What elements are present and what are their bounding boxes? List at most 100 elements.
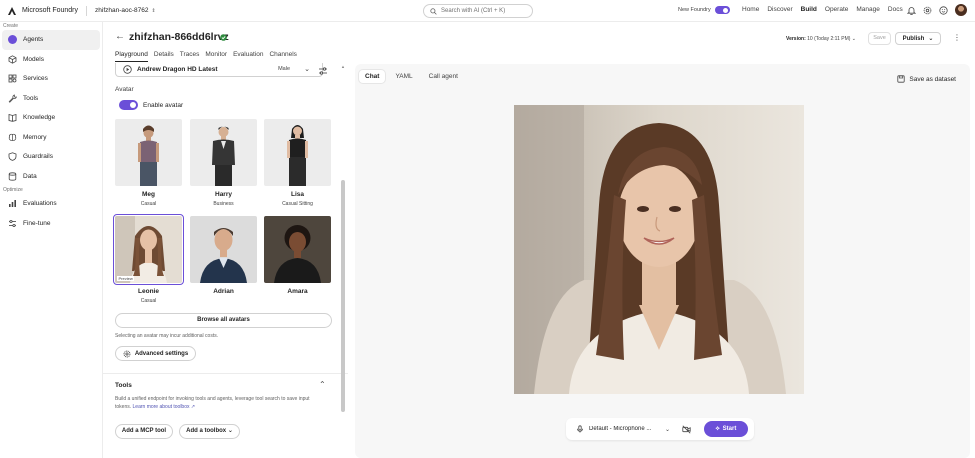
avatar-name: Harry [215, 191, 232, 198]
voice-settings-sliders-icon[interactable] [318, 66, 328, 76]
status-check-icon [220, 34, 227, 41]
sidebar-item-memory[interactable]: Memory [2, 128, 100, 148]
advanced-settings-button[interactable]: Advanced settings [115, 346, 196, 361]
top-nav: Home Discover Build Operate Manage Docs [742, 6, 903, 13]
memory-icon [8, 133, 17, 141]
sidebar-item-guardrails[interactable]: Guardrails [2, 147, 100, 167]
preview-panel: Chat YAML Call agent Save as dataset Def… [355, 64, 970, 458]
preview-tabs: Chat YAML Call agent [359, 70, 464, 83]
save-as-dataset-button[interactable]: Save as dataset [897, 75, 956, 83]
config-scrollbar-thumb[interactable] [341, 180, 345, 412]
avatar-name: Amara [287, 288, 308, 295]
add-mcp-tool-button[interactable]: Add a MCP tool [115, 424, 173, 439]
camera-off-icon[interactable] [682, 425, 691, 434]
avatar-name: Meg [142, 191, 155, 198]
save-button[interactable]: Save [868, 32, 891, 45]
browse-all-avatars-button[interactable]: Browse all avatars [115, 313, 332, 328]
tools-title: Tools [115, 382, 132, 389]
avatar-card-lisa[interactable]: Lisa Casual Sitting [264, 119, 331, 207]
scroll-up-arrow-icon[interactable]: ▲ [341, 64, 345, 69]
sidebar-item-data[interactable]: Data [2, 167, 100, 187]
enable-avatar-toggle[interactable] [119, 100, 138, 110]
sidebar-item-label: Fine-tune [23, 219, 51, 227]
new-foundry-toggle[interactable]: New Foundry [678, 6, 730, 14]
section-divider [103, 373, 348, 374]
new-foundry-label: New Foundry [678, 7, 711, 13]
voice-selector[interactable]: Andrew Dragon HD Latest Male ⌄ [115, 63, 323, 77]
tab-monitor[interactable]: Monitor [205, 51, 227, 62]
nav-home[interactable]: Home [742, 6, 759, 13]
advanced-settings-label: Advanced settings [134, 350, 189, 357]
services-icon [8, 74, 17, 83]
learn-more-toolbox-link[interactable]: Learn more about toolbox [133, 404, 190, 410]
chevron-down-icon[interactable]: ⌄ [665, 426, 670, 433]
smiley-feedback-icon[interactable] [939, 5, 948, 15]
avatar-image [190, 216, 257, 283]
tab-details[interactable]: Details [154, 51, 174, 62]
sidebar-item-label: Agents [23, 36, 44, 44]
brand-name: Microsoft Foundry [22, 7, 79, 14]
tab-yaml[interactable]: YAML [389, 70, 418, 83]
section-label-optimize: Optimize [3, 187, 23, 193]
search-icon [430, 7, 437, 15]
gear-icon[interactable] [923, 6, 932, 15]
tab-chat[interactable]: Chat [359, 70, 386, 83]
avatar-name: Leonie [138, 288, 159, 295]
sidebar-item-models[interactable]: Models [2, 50, 100, 70]
agent-title: zhifzhan-866dd6lrvz [129, 31, 229, 43]
tab-playground[interactable]: Playground [115, 51, 148, 62]
sidebar-item-services[interactable]: Services [2, 69, 100, 89]
nav-operate[interactable]: Operate [825, 6, 849, 13]
sidebar-item-fine-tune[interactable]: Fine-tune [2, 214, 100, 234]
sidebar-item-knowledge[interactable]: Knowledge [2, 108, 100, 128]
avatar-card-harry[interactable]: Harry Business [190, 119, 257, 207]
sidebar-item-tools[interactable]: Tools [2, 89, 100, 109]
avatar-card-amara[interactable]: Amara [264, 216, 331, 295]
brand[interactable]: Microsoft Foundry [0, 6, 78, 16]
version-value: 10 (Today 2:11 PM) [807, 36, 851, 42]
start-label: Start [722, 426, 737, 432]
microphone-select[interactable]: Default - Microphone ... [589, 426, 657, 432]
chevron-up-icon[interactable]: ⌃ [319, 380, 326, 389]
avatar-name: Lisa [290, 191, 304, 198]
tab-channels[interactable]: Channels [269, 51, 296, 62]
play-voice-icon[interactable] [123, 65, 132, 74]
knowledge-icon [8, 114, 17, 122]
nav-docs[interactable]: Docs [888, 6, 903, 13]
agent-tabs: Playground Details Traces Monitor Evalua… [115, 51, 297, 62]
tab-call-agent[interactable]: Call agent [423, 70, 464, 83]
tab-traces[interactable]: Traces [180, 51, 200, 62]
sidebar-item-agents[interactable]: Agents [2, 30, 100, 50]
tab-evaluation[interactable]: Evaluation [233, 51, 263, 62]
avatar-card-leonie[interactable]: Preview Leonie Casual [113, 214, 184, 304]
nav-discover[interactable]: Discover [767, 6, 792, 13]
sidebar-item-label: Knowledge [23, 114, 56, 122]
avatar-card-adrian[interactable]: Adrian [190, 216, 257, 295]
foundry-logo-icon [8, 6, 16, 15]
preview-badge: Preview [117, 276, 135, 281]
top-bar: Microsoft Foundry zhifzhan-aoc-8762 ⇕ Se… [0, 0, 975, 22]
search-input[interactable]: Search with AI (Ctrl + K) [423, 4, 533, 18]
user-avatar[interactable] [955, 4, 967, 16]
back-arrow-icon[interactable]: ← [115, 32, 125, 42]
divider [86, 5, 88, 16]
voice-wave-icon: ⟡ [715, 425, 720, 432]
guardrails-icon [8, 152, 17, 162]
data-icon [8, 172, 17, 181]
avatar-card-meg[interactable]: Meg Casual [115, 119, 182, 207]
sidebar-item-label: Guardrails [23, 153, 53, 161]
publish-button[interactable]: Publish ⌄ [895, 32, 941, 45]
start-button[interactable]: ⟡ Start [704, 421, 748, 437]
avatar-image: Preview [113, 214, 184, 285]
sidebar-item-evaluations[interactable]: Evaluations [2, 194, 100, 214]
search-placeholder: Search with AI (Ctrl + K) [441, 8, 506, 14]
add-toolbox-button[interactable]: Add a toolbox ⌄ [179, 424, 240, 439]
bell-icon[interactable] [907, 6, 916, 15]
nav-build[interactable]: Build [801, 6, 817, 13]
project-selector[interactable]: zhifzhan-aoc-8762 ⇕ [95, 7, 156, 14]
more-options-icon[interactable]: ⋮ [953, 34, 961, 42]
avatar-video [514, 105, 804, 394]
nav-manage[interactable]: Manage [856, 6, 880, 13]
version-selector[interactable]: Version: 10 (Today 2:11 PM) ⌄ [786, 36, 856, 42]
new-foundry-switch[interactable] [714, 6, 730, 14]
